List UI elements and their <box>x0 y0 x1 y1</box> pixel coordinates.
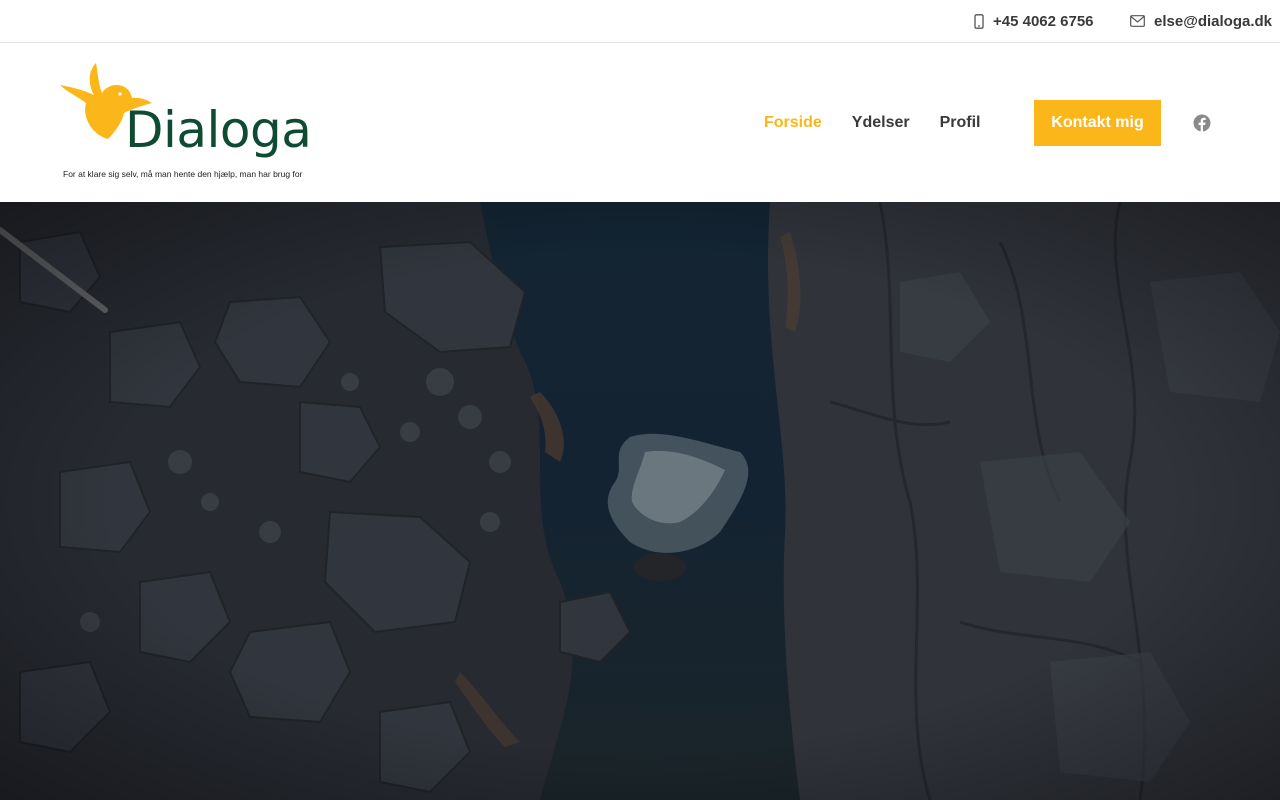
nav-item-profil[interactable]: Profil <box>940 114 981 132</box>
nav-item-ydelser[interactable]: Ydelser <box>852 114 910 132</box>
top-contact-bar: +45 4062 6756 else@dialoga.dk <box>0 0 1280 43</box>
hero-image <box>0 202 1280 800</box>
email-address: else@dialoga.dk <box>1154 12 1273 30</box>
site-logo[interactable]: Dialoga For at klare sig selv, må man he… <box>58 61 318 185</box>
logo-wordmark: Dialoga <box>125 101 312 159</box>
mobile-phone-icon <box>974 13 984 29</box>
facebook-icon[interactable] <box>1193 114 1211 132</box>
phone-link[interactable]: +45 4062 6756 <box>974 0 1094 42</box>
logo-tagline: For at klare sig selv, må man hente den … <box>63 169 303 179</box>
nav-item-forside[interactable]: Forside <box>764 114 822 132</box>
main-nav: Forside Ydelser Profil <box>764 43 1011 202</box>
site-header: Dialoga For at klare sig selv, må man he… <box>0 43 1280 202</box>
contact-button[interactable]: Kontakt mig <box>1034 100 1161 146</box>
email-link[interactable]: else@dialoga.dk <box>1130 0 1272 42</box>
envelope-icon <box>1130 15 1145 27</box>
phone-number: +45 4062 6756 <box>993 12 1094 30</box>
